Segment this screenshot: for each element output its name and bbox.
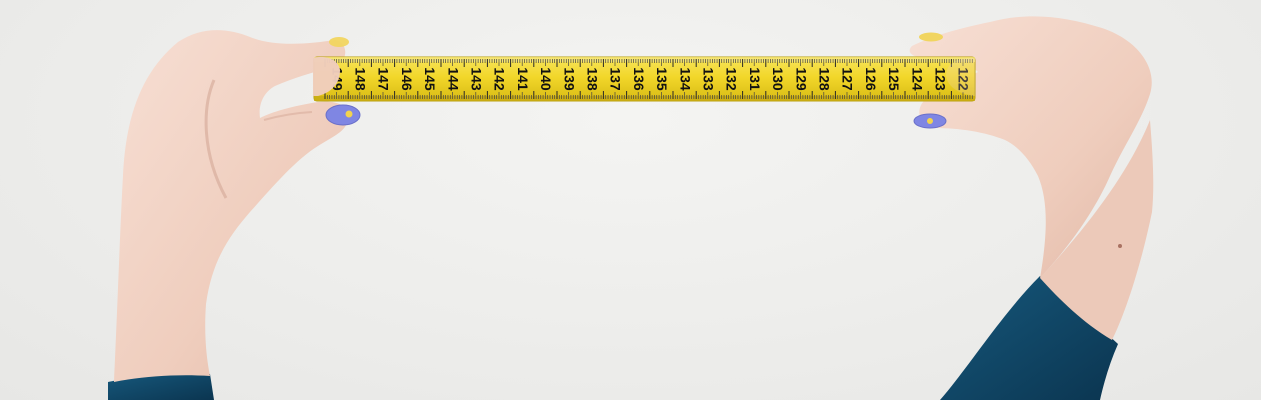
tape-number-label: 123 — [932, 67, 948, 91]
tape-number-label: 131 — [747, 67, 763, 91]
tape-number-label: 129 — [793, 67, 809, 91]
right-arm-mole — [1118, 244, 1122, 248]
tape-number-label: 127 — [840, 67, 856, 91]
tape-number-label: 133 — [700, 67, 716, 91]
tape-number-label: 135 — [654, 67, 670, 91]
tape-number-label: 145 — [422, 67, 438, 91]
tape-number-label: 134 — [677, 67, 693, 91]
tape-number-label: 137 — [608, 67, 624, 91]
tape-number-label: 146 — [399, 67, 415, 91]
tape-number-label: 124 — [909, 67, 925, 91]
tape-number-label: 128 — [816, 67, 832, 91]
right-index-nail — [919, 32, 943, 42]
tape-number-label: 143 — [468, 67, 484, 91]
tape-number-label: 126 — [863, 67, 879, 91]
tape-number-label: 138 — [584, 67, 600, 91]
tape-number-label: 147 — [376, 67, 392, 91]
tape-number-label: 132 — [724, 67, 740, 91]
tape-number-label: 140 — [538, 67, 554, 91]
left-index-nail — [329, 37, 349, 47]
tape-number-label: 144 — [445, 67, 461, 91]
tape-number-label: 139 — [561, 67, 577, 91]
tape-number-label: 130 — [770, 67, 786, 91]
left-thumb-nail — [325, 104, 361, 126]
tape-number-label: 125 — [886, 67, 902, 91]
photo-scene: 1491481471461451441431421411401391381371… — [0, 0, 1261, 400]
tape-number-label: 142 — [492, 67, 508, 91]
tape-number-label: 148 — [352, 67, 368, 91]
tape-number-label: 136 — [631, 67, 647, 91]
left-nail-flower-decoration — [345, 110, 353, 118]
measuring-tape-photo: 1491481471461451441431421411401391381371… — [108, 16, 1154, 400]
right-nail-flower-decoration — [927, 118, 933, 124]
tape-number-label: 141 — [515, 67, 531, 91]
